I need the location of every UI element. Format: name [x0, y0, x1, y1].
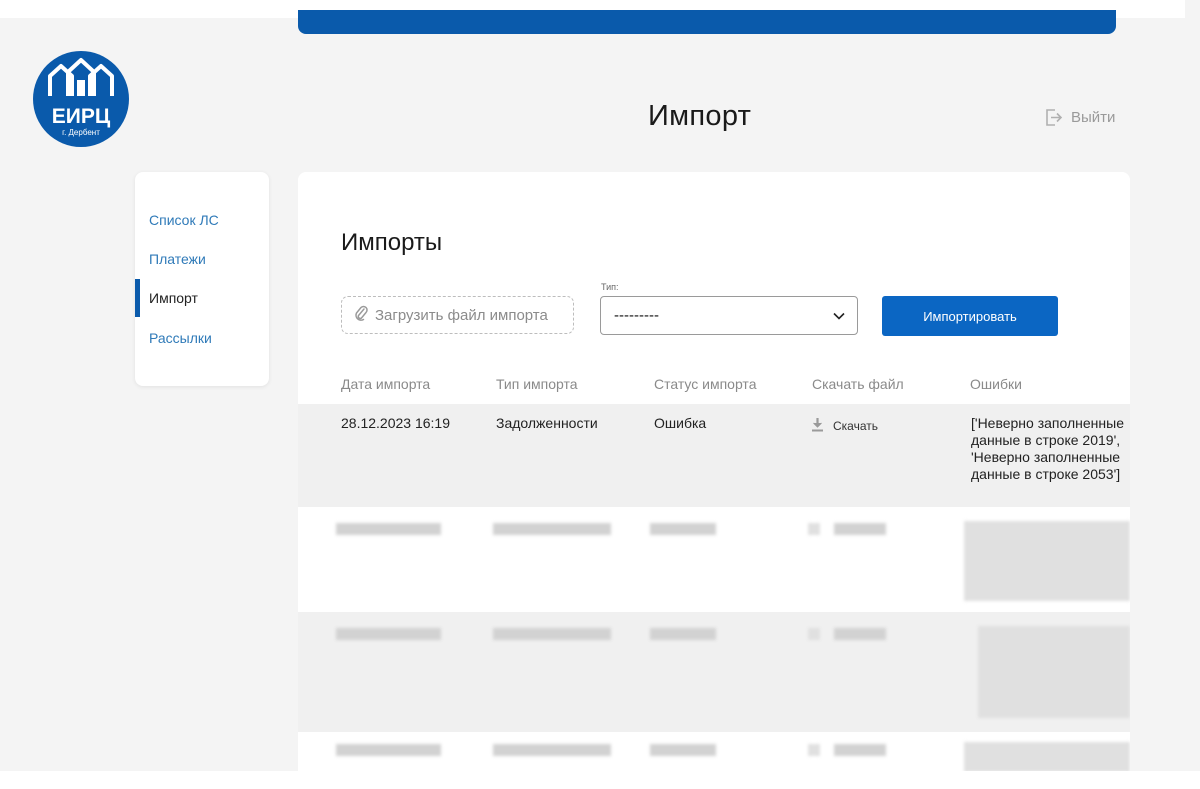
type-select[interactable]: ---------	[600, 296, 858, 335]
blurred-cell	[650, 523, 716, 535]
sidebar: Список ЛС Платежи Импорт Рассылки	[135, 172, 269, 386]
blurred-cell	[650, 628, 716, 640]
row-date: 28.12.2023 16:19	[341, 415, 450, 431]
blurred-cell	[808, 744, 820, 756]
sidebar-item-mailings[interactable]: Рассылки	[149, 330, 212, 346]
blurred-cell	[834, 523, 886, 535]
eirc-logo[interactable]: ЕИРЦ г. Дербент	[32, 50, 130, 148]
logout-label: Выйти	[1071, 109, 1116, 126]
logo-text: ЕИРЦ	[52, 105, 111, 128]
upload-import-file-button[interactable]: Загрузить файл импорта	[341, 296, 574, 334]
blurred-cell	[493, 628, 611, 640]
blurred-cell	[650, 744, 716, 756]
blurred-cell	[336, 744, 441, 756]
download-icon	[811, 417, 824, 435]
table-row-blurred	[298, 612, 1130, 732]
bottom-margin	[0, 771, 1200, 789]
blurred-cell	[336, 628, 441, 640]
sidebar-item-accounts[interactable]: Список ЛС	[149, 212, 219, 228]
column-header-type[interactable]: Тип импорта	[496, 376, 578, 392]
type-select-value: ---------	[614, 307, 659, 324]
blurred-cell	[964, 521, 1130, 601]
blurred-cell	[808, 628, 820, 640]
type-label: Тип:	[601, 282, 619, 292]
download-label: Скачать	[833, 419, 878, 433]
imports-card: Импорты Загрузить файл импорта Тип: ----…	[298, 172, 1130, 772]
chevron-down-icon	[833, 307, 845, 324]
row-status: Ошибка	[654, 415, 707, 431]
column-header-date[interactable]: Дата импорта	[341, 376, 430, 392]
download-link[interactable]: Скачать	[811, 417, 878, 435]
active-nav-marker	[135, 279, 140, 317]
blurred-cell	[978, 626, 1130, 718]
logo-subtext: г. Дербент	[62, 128, 100, 137]
column-header-download[interactable]: Скачать файл	[812, 376, 904, 392]
paperclip-icon	[354, 304, 368, 326]
logout-button[interactable]: Выйти	[1044, 108, 1115, 127]
page-edge	[1185, 0, 1200, 771]
sidebar-item-payments[interactable]: Платежи	[149, 251, 206, 267]
section-title: Импорты	[341, 229, 443, 256]
table-row: 28.12.2023 16:19 Задолженности Ошибка Ск…	[298, 404, 1130, 507]
blurred-cell	[808, 523, 820, 535]
logout-icon	[1044, 108, 1063, 127]
blurred-cell	[493, 744, 611, 756]
blurred-cell	[336, 523, 441, 535]
blurred-cell	[964, 742, 1130, 772]
page-title: Импорт	[648, 100, 752, 132]
row-errors: ['Неверно заполненные данные в строке 20…	[971, 415, 1124, 482]
import-button[interactable]: Импортировать	[882, 296, 1058, 336]
table-row-blurred	[298, 732, 1130, 772]
top-accent-bar	[298, 10, 1116, 34]
blurred-cell	[834, 628, 886, 640]
blurred-cell	[493, 523, 611, 535]
column-header-status[interactable]: Статус импорта	[654, 376, 756, 392]
column-header-errors[interactable]: Ошибки	[970, 376, 1022, 392]
upload-label: Загрузить файл импорта	[375, 306, 548, 324]
row-type: Задолженности	[496, 415, 598, 431]
sidebar-item-import[interactable]: Импорт	[149, 290, 198, 306]
blurred-cell	[834, 744, 886, 756]
table-row-blurred	[298, 507, 1130, 612]
